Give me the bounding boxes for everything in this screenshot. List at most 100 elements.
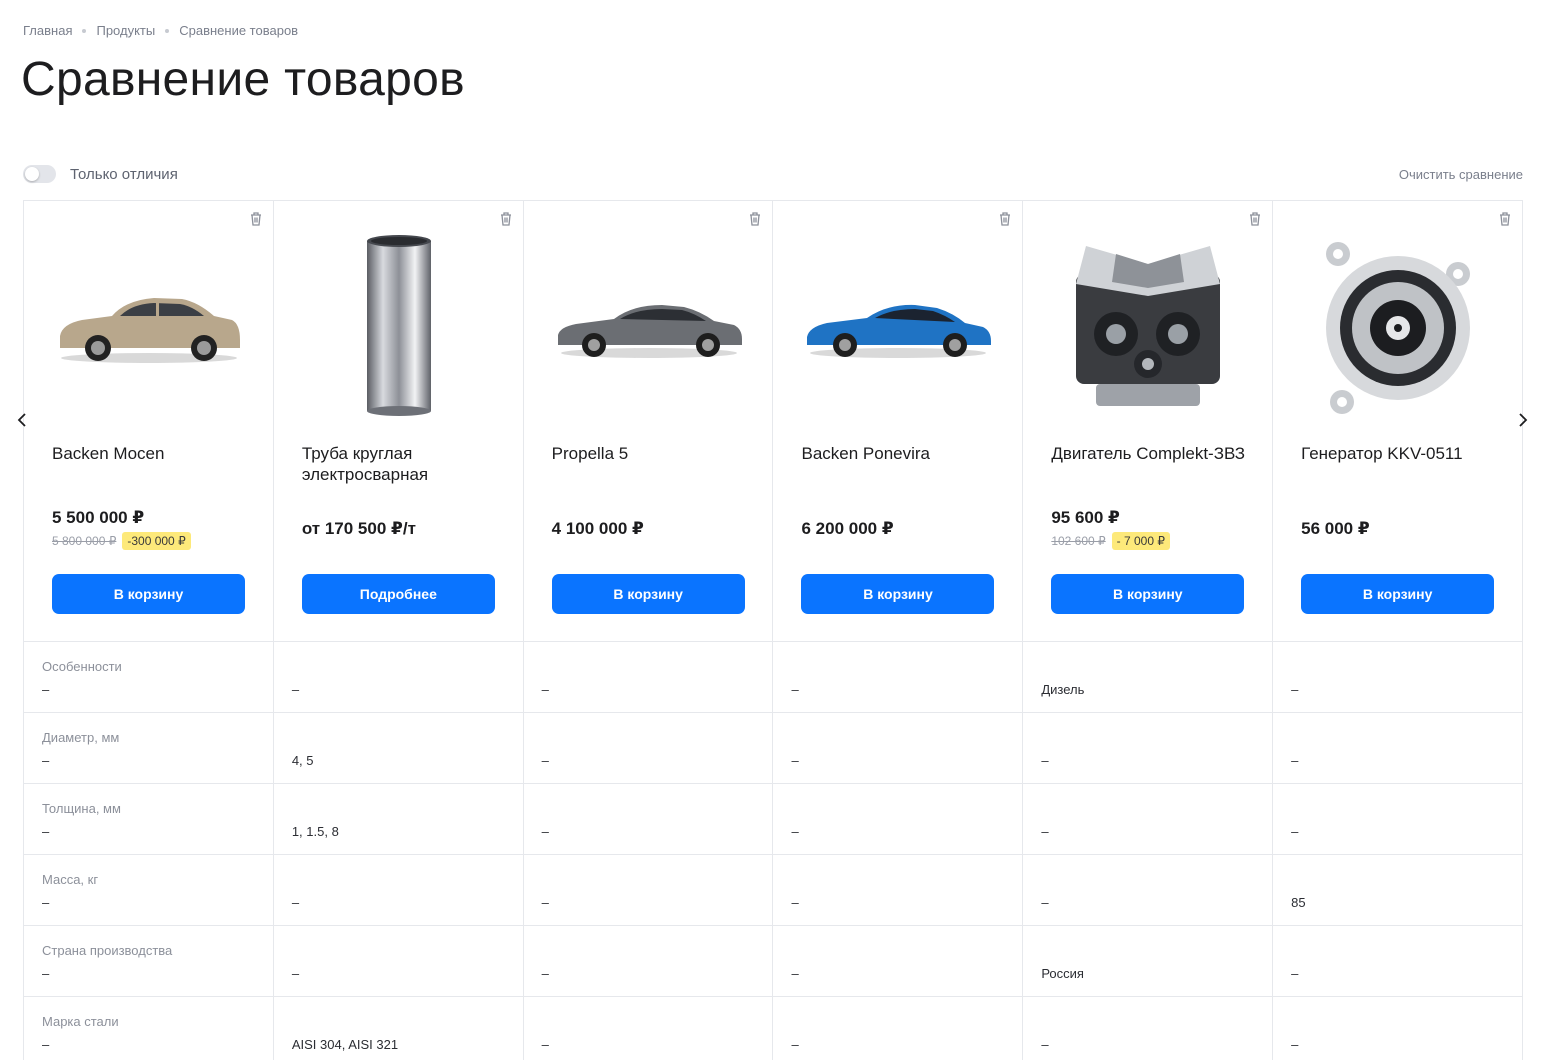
spec-cell: – (523, 784, 774, 855)
trash-icon[interactable] (748, 211, 762, 226)
old-price: 102 600 ₽ (1051, 534, 1106, 548)
spec-cell: – (773, 926, 1024, 997)
spec-cell: – (773, 997, 1024, 1060)
product-card: Backen Ponevira 6 200 000 ₽ В корзину (773, 201, 1024, 642)
trash-icon[interactable] (249, 211, 263, 226)
spec-cell: – (524, 997, 774, 1060)
product-name[interactable]: Генератор KKV-0511 (1301, 443, 1501, 464)
spec-cell: Дизель (1023, 642, 1274, 713)
price-block: 4 100 000 ₽ (552, 503, 752, 555)
price-block: 5 500 000 ₽ 5 800 000 ₽ -300 000 ₽ (52, 503, 252, 555)
spec-value: – (42, 1037, 50, 1052)
product-card: Труба круглая электросварная от 170 500 … (273, 201, 524, 642)
breadcrumb-separator (165, 28, 170, 33)
chevron-right-icon[interactable] (1515, 410, 1531, 430)
old-price-row: 5 800 000 ₽ -300 000 ₽ (52, 532, 252, 550)
spec-value: AISI 304, AISI 321 (291, 1037, 399, 1052)
details-button[interactable]: Подробнее (301, 574, 495, 614)
product-image[interactable] (302, 231, 496, 421)
spec-value: – (541, 1037, 549, 1052)
trash-icon[interactable] (998, 211, 1012, 226)
spec-value: – (541, 895, 549, 910)
spec-value: – (291, 682, 300, 697)
spec-value: – (1291, 966, 1299, 981)
old-price-row: 102 600 ₽ - 7 000 ₽ (1051, 532, 1251, 550)
spec-cell: – (773, 642, 1024, 713)
spec-row: Марка стали – AISI 304, AISI 321 – – – – (24, 997, 1523, 1060)
spec-value: – (42, 753, 50, 768)
differences-toggle[interactable]: Только отличия (23, 165, 178, 183)
spec-cell: – (523, 855, 774, 926)
spec-label: Диаметр, мм (42, 730, 120, 745)
spec-cell: – (1023, 855, 1274, 926)
breadcrumb-current[interactable]: Сравнение товаров (179, 23, 298, 38)
trash-icon[interactable] (1498, 211, 1512, 226)
product-image[interactable] (1301, 231, 1495, 421)
spec-cell: – (773, 784, 1024, 855)
product-image[interactable] (552, 231, 746, 421)
chevron-left-icon[interactable] (14, 410, 30, 430)
compare-table: Backen Mocen 5 500 000 ₽ 5 800 000 ₽ -30… (23, 200, 1523, 1060)
add-to-cart-button[interactable]: В корзину (52, 574, 245, 614)
trash-icon[interactable] (499, 211, 513, 226)
old-price: 5 800 000 ₽ (52, 534, 117, 548)
clear-compare-link[interactable]: Очистить сравнение (1399, 167, 1523, 182)
spec-row: Страна производства – – – – Россия – (24, 926, 1523, 997)
spec-cell: – (523, 642, 774, 713)
product-cards-row: Backen Mocen 5 500 000 ₽ 5 800 000 ₽ -30… (24, 201, 1523, 642)
add-to-cart-button[interactable]: В корзину (1301, 574, 1495, 614)
product-price: 4 100 000 ₽ (551, 519, 644, 538)
spec-cell: – (1273, 784, 1523, 855)
product-image[interactable] (52, 231, 246, 421)
breadcrumb: Главная Продукты Сравнение товаров (23, 23, 298, 38)
spec-label: Толщина, мм (42, 801, 121, 816)
product-name[interactable]: Propella 5 (552, 443, 752, 464)
trash-icon[interactable] (1248, 211, 1262, 226)
spec-cell: – (1273, 642, 1523, 713)
spec-value: 1, 1.5, 8 (291, 824, 339, 839)
breadcrumb-products[interactable]: Продукты (96, 23, 155, 38)
price-block: 56 000 ₽ (1301, 503, 1501, 555)
spec-value: – (1291, 824, 1299, 839)
spec-row: Толщина, мм – 1, 1.5, 8 – – – – (24, 784, 1523, 855)
compare-toolbar: Только отличия Очистить сравнение (23, 162, 1523, 186)
spec-label: Страна производства (42, 943, 173, 958)
spec-value: – (42, 966, 50, 981)
spec-value: – (42, 895, 50, 910)
spec-cell: – (273, 642, 524, 713)
spec-value: 4, 5 (291, 753, 314, 768)
spec-cell: 4, 5 (273, 713, 524, 784)
breadcrumb-home[interactable]: Главная (23, 23, 72, 38)
add-to-cart-button[interactable]: В корзину (551, 574, 745, 614)
spec-row: Масса, кг – – – – – 85 (24, 855, 1523, 926)
product-image[interactable] (801, 231, 995, 421)
product-name[interactable]: Двигатель Complekt-ЗВЗ (1051, 443, 1251, 464)
spec-cell: – (1023, 784, 1274, 855)
spec-value: – (791, 1037, 799, 1052)
product-name[interactable]: Backen Ponevira (801, 443, 1001, 464)
price-block: 95 600 ₽ 102 600 ₽ - 7 000 ₽ (1051, 503, 1251, 555)
product-name[interactable]: Backen Mocen (52, 443, 252, 464)
page-title: Сравнение товаров (21, 53, 465, 106)
engine-icon (1076, 246, 1221, 406)
spec-cell: Особенности – (24, 642, 274, 713)
spec-value: – (42, 824, 50, 839)
spec-row: Диаметр, мм – 4, 5 – – – – (24, 713, 1523, 784)
spec-label: Особенности (42, 659, 122, 674)
spec-cell: – (1273, 926, 1523, 997)
add-to-cart-button[interactable]: В корзину (801, 574, 995, 614)
spec-value: – (1291, 682, 1299, 697)
product-name[interactable]: Труба круглая электросварная (302, 443, 502, 485)
spec-cell: AISI 304, AISI 321 (274, 997, 524, 1060)
spec-value: – (42, 682, 50, 697)
spec-cell: Диаметр, мм – (24, 713, 274, 784)
spec-value: – (1041, 753, 1049, 768)
spec-value: Россия (1041, 966, 1084, 981)
product-image[interactable] (1051, 231, 1245, 421)
toggle-switch[interactable] (23, 165, 56, 183)
product-card: Backen Mocen 5 500 000 ₽ 5 800 000 ₽ -30… (24, 201, 274, 642)
car-coupe-icon (807, 304, 992, 358)
add-to-cart-button[interactable]: В корзину (1051, 574, 1245, 614)
spec-cell: Толщина, мм – (24, 784, 274, 855)
spec-value: – (541, 966, 549, 981)
